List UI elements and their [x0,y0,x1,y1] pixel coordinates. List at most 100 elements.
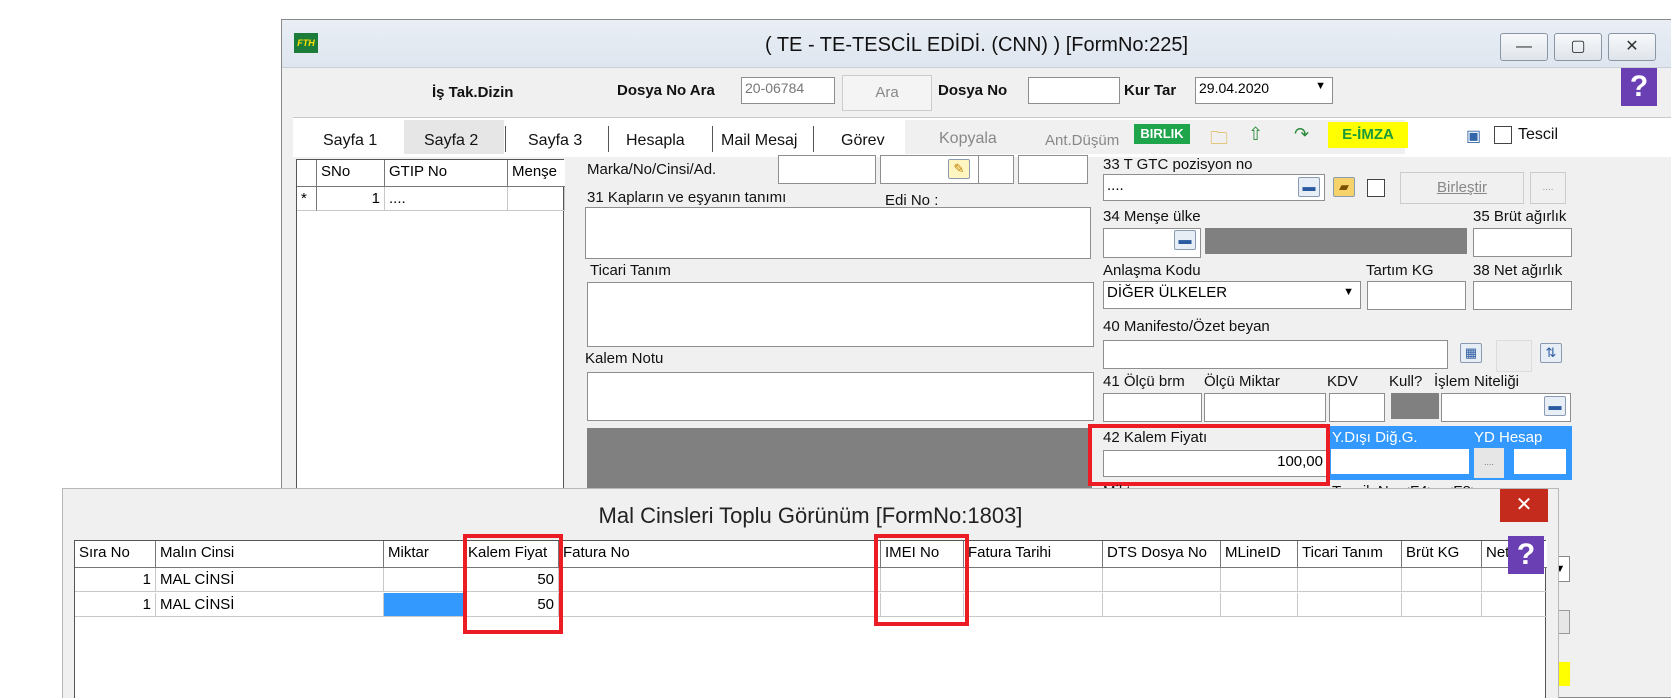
kalem-notu-textarea[interactable] [587,372,1094,421]
col-header-malin-cinsi[interactable]: Malın Cinsi [156,541,384,567]
tab-gorev[interactable]: Görev [841,128,885,154]
cell-fatura-no[interactable] [559,593,881,617]
kopyala-button[interactable]: Kopyala [939,126,997,152]
lookup-icon[interactable]: ▬ [1298,177,1320,197]
dialog-close-button[interactable]: ✕ [1500,489,1548,522]
net-agirlik-label: 38 Net ağırlık [1473,262,1563,279]
tab-hesapla[interactable]: Hesapla [626,128,685,154]
manifesto-input[interactable] [1103,340,1448,369]
tab-sayfa-1[interactable]: Sayfa 1 [323,128,377,154]
anlasma-kodu-value: DİĞER ÜLKELER [1107,284,1228,301]
ant-dusum-button[interactable]: Ant.Düşüm [1045,128,1119,154]
anlasma-kodu-select[interactable]: DİĞER ÜLKELER ▼ [1103,281,1361,309]
ydisi-label: Y.Dışı Diğ.G. [1332,429,1418,446]
document-icon[interactable]: ▣ [1466,126,1481,146]
open-folder-icon[interactable]: ↷ [1294,124,1309,145]
grid-header-mense[interactable]: Menşe [508,160,565,186]
maximize-button[interactable]: ▢ [1554,33,1602,61]
edit-icon[interactable]: ✎ [948,159,970,179]
gtc-input[interactable]: .... [1103,174,1325,201]
cell-malin-cinsi[interactable]: MAL CİNSİ [156,568,384,592]
olcu-brm-label: 41 Ölçü brm [1103,373,1185,390]
col-header-miktar[interactable]: Miktar [384,541,464,567]
cell-sira-no[interactable]: 1 [75,593,156,617]
tab-separator [608,126,609,152]
dosya-no-input[interactable] [1028,77,1120,104]
brut-agirlik-input[interactable] [1473,228,1572,257]
olcu-miktar-input[interactable] [1204,393,1326,422]
olcu-brm-input[interactable] [1103,393,1202,422]
kdv-label: KDV [1327,373,1358,390]
kdv-input[interactable] [1329,393,1385,422]
marka-input-1[interactable] [778,155,876,184]
e-imza-button[interactable]: E-İMZA [1328,122,1408,148]
tescil-checkbox[interactable] [1494,126,1512,144]
kur-tar-select[interactable]: 29.04.2020 ▼ [1195,77,1333,104]
tab-mail-mesaj[interactable]: Mail Mesaj [721,128,797,154]
cell-sira-no[interactable]: 1 [75,568,156,592]
cell-malin-cinsi[interactable]: MAL CİNSİ [156,593,384,617]
cell-mlineid[interactable] [1221,593,1298,617]
col-header-ticari-tanim[interactable]: Ticari Tanım [1298,541,1402,567]
brut-agirlik-label: 35 Brüt ağırlık [1473,208,1567,225]
cell-miktar[interactable] [384,568,464,592]
cell-brut-kg[interactable] [1402,568,1482,592]
cell-ticari-tanim[interactable] [1298,593,1402,617]
cell-fatura-tarihi[interactable] [964,593,1103,617]
marka-input-3[interactable] [978,155,1014,184]
ydisi-more-button[interactable]: .... [1474,448,1504,478]
folder-icon[interactable]: 🗀 [1210,126,1228,156]
col-header-mlineid[interactable]: MLineID [1221,541,1298,567]
col-header-sira-no[interactable]: Sıra No [75,541,156,567]
birlestir-more-button[interactable]: .... [1530,172,1566,204]
birlik-button[interactable]: BIRLIK [1134,124,1190,144]
grid-header-gtip[interactable]: GTIP No [385,160,508,186]
tab-sayfa-3[interactable]: Sayfa 3 [528,128,582,154]
row-gtip[interactable]: .... [385,187,508,211]
tartim-kg-input[interactable] [1367,281,1466,310]
row-sno[interactable]: 1 [317,187,385,211]
cell-brut-kg[interactable] [1402,593,1482,617]
lookup-icon[interactable]: ▬ [1544,396,1566,416]
cell-fatura-no[interactable] [559,568,881,592]
dialog-help-icon[interactable]: ? [1508,536,1544,574]
gtc-checkbox[interactable] [1367,179,1385,197]
kalem-notu-label: Kalem Notu [585,350,664,367]
grid-icon[interactable]: ▦ [1460,343,1482,363]
cell-miktar-selected[interactable] [384,593,464,617]
col-header-fatura-no[interactable]: Fatura No [559,541,881,567]
cell-dts-dosya-no[interactable] [1103,593,1221,617]
minimize-button[interactable]: — [1500,33,1548,61]
col-header-fatura-tarihi[interactable]: Fatura Tarihi [964,541,1103,567]
blank-button[interactable] [1496,340,1532,372]
cell-mlineid[interactable] [1221,568,1298,592]
ticari-tanim-textarea[interactable] [587,282,1094,347]
help-icon[interactable]: ? [1621,68,1657,106]
cell-net[interactable] [1482,593,1547,617]
kur-tar-label: Kur Tar [1124,82,1177,99]
col-header-brut-kg[interactable]: Brüt KG [1402,541,1482,567]
row-mense[interactable] [508,187,565,211]
col-header-dts-dosya-no[interactable]: DTS Dosya No [1103,541,1221,567]
birlestir-button[interactable]: Birleştir [1400,172,1524,204]
ydisi-input[interactable] [1330,448,1470,475]
dosya-no-ara-input[interactable]: 20-06784 [741,77,835,104]
ara-button[interactable]: Ara [842,75,932,111]
marka-input-4[interactable] [1018,155,1088,184]
cell-fatura-tarihi[interactable] [964,568,1103,592]
upload-icon[interactable]: ⇧ [1248,124,1263,145]
olcu-miktar-label: Ölçü Miktar [1204,373,1280,390]
close-button[interactable]: ✕ [1608,33,1656,61]
cell-ticari-tanim[interactable] [1298,568,1402,592]
kaplar-textarea[interactable] [585,207,1091,259]
yd-hesap-input[interactable] [1513,448,1567,475]
gtc-label: 33 T GTC pozisyon no [1103,156,1253,173]
lookup-icon[interactable]: ▬ [1174,230,1196,250]
cell-dts-dosya-no[interactable] [1103,568,1221,592]
scan-icon[interactable]: ⇅ [1540,343,1562,363]
net-agirlik-input[interactable] [1473,281,1572,310]
box-icon[interactable]: ▰ [1333,177,1355,197]
tab-sayfa-2[interactable]: Sayfa 2 [424,128,478,154]
grid-header-sno[interactable]: SNo [317,160,385,186]
is-takip-link[interactable]: İş Tak.Dizin [432,84,513,101]
